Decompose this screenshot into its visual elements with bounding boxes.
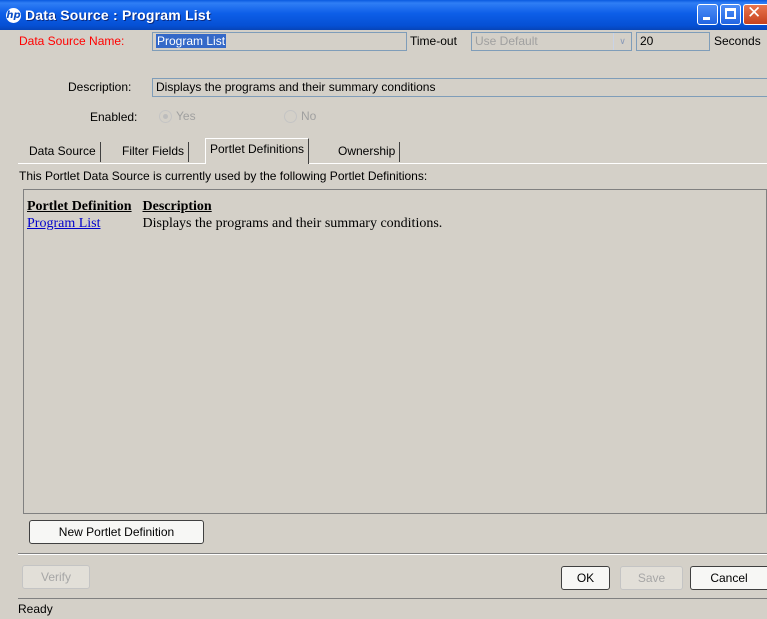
description-value: Displays the programs and their summary … <box>156 80 436 94</box>
enabled-no-label: No <box>301 109 317 123</box>
timeout-label: Time-out <box>410 34 457 48</box>
timeout-seconds-value: 20 <box>640 34 654 48</box>
maximize-icon <box>725 8 736 19</box>
portlet-definitions-table: Portlet Definition Description Program L… <box>27 199 446 233</box>
minimize-button[interactable] <box>697 4 718 25</box>
enabled-label: Enabled: <box>90 110 138 124</box>
column-header-description: Description <box>142 199 212 214</box>
tab-portlet-definitions[interactable]: Portlet Definitions <box>205 138 310 164</box>
data-source-name-value: Program List <box>156 34 227 48</box>
description-input[interactable]: Displays the programs and their summary … <box>152 78 767 97</box>
verify-button[interactable]: Verify <box>22 565 90 589</box>
timeout-select-value: Use Default <box>475 34 538 48</box>
portlet-description-cell: Displays the programs and their summary … <box>142 216 443 231</box>
table-header-row: Portlet Definition Description <box>27 199 446 215</box>
hp-logo-icon: hp <box>6 8 21 23</box>
data-source-name-label: Data Source Name: <box>19 34 125 48</box>
tab-ownership[interactable]: Ownership <box>334 142 401 162</box>
new-portlet-definition-button[interactable]: New Portlet Definition <box>29 520 204 544</box>
enabled-no-radio[interactable] <box>284 110 297 123</box>
close-button[interactable]: ✕ <box>743 3 767 25</box>
enabled-yes-label: Yes <box>176 109 196 123</box>
data-source-name-input[interactable]: Program List <box>152 32 407 51</box>
cancel-button[interactable]: Cancel <box>690 566 767 590</box>
tab-strip-divider <box>18 163 767 164</box>
save-button[interactable]: Save <box>620 566 683 590</box>
timeout-select[interactable]: Use Default ∨ <box>471 32 632 51</box>
tab-data-source[interactable]: Data Source <box>25 142 101 162</box>
status-bar: Ready <box>18 598 767 619</box>
close-icon: ✕ <box>747 3 762 23</box>
enabled-yes-radio[interactable] <box>159 110 172 123</box>
footer-divider-highlight <box>18 554 767 555</box>
minimize-icon <box>703 17 710 20</box>
portlet-definition-link[interactable]: Program List <box>27 215 143 233</box>
window-title: Data Source : Program List <box>25 7 211 23</box>
portlet-definitions-panel: Portlet Definition Description Program L… <box>23 189 767 514</box>
status-text: Ready <box>18 602 53 616</box>
title-bar[interactable]: hp Data Source : Program List ✕ <box>0 0 767 30</box>
maximize-button[interactable] <box>720 4 741 25</box>
data-source-window: hp Data Source : Program List ✕ Data Sou… <box>0 0 767 619</box>
chevron-down-icon[interactable]: ∨ <box>613 33 631 50</box>
description-label: Description: <box>68 80 132 94</box>
portlet-info-text: This Portlet Data Source is currently us… <box>19 169 428 183</box>
timeout-seconds-input[interactable]: 20 <box>636 32 710 51</box>
table-row: Program List Displays the programs and t… <box>27 215 446 233</box>
seconds-label: Seconds <box>714 34 761 48</box>
tab-filter-fields[interactable]: Filter Fields <box>118 142 190 162</box>
ok-button[interactable]: OK <box>561 566 610 590</box>
column-header-portlet-definition: Portlet Definition <box>27 199 132 214</box>
